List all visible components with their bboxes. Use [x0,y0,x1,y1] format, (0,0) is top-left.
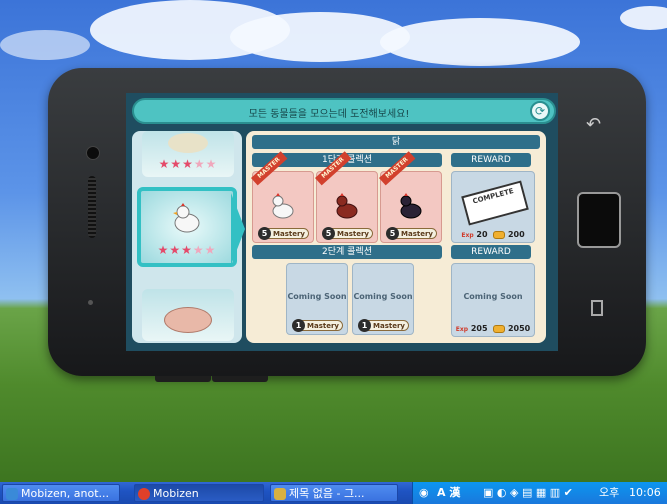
phone-screen: 모든 동물들을 모으는데 도전해보세요! ⟳ ★★★★★ ★★★★★ 닭 1단계… [126,93,558,351]
goat-icon [168,133,208,153]
clock-time[interactable]: 10:06 [629,484,661,502]
collection-slot[interactable]: MASTER 5 Mastery [379,151,442,243]
collection-slot-locked[interactable]: Coming Soon 1 Mastery [352,263,414,335]
mastery-badge: 5 Mastery [258,227,309,240]
white-chicken-icon [272,193,294,219]
refresh-icon[interactable]: ⟳ [530,101,550,121]
camera-icon [86,146,100,160]
animal-card-chicken[interactable]: ★★★★★ [137,187,237,267]
coin-icon [493,230,506,239]
mastery-badge: 1 Mastery [292,319,343,332]
complete-stamp: COMPLETE [461,180,529,226]
reward-values: Exp 20 200 [461,230,525,239]
pig-icon [164,307,212,333]
speaker-grille [88,176,96,238]
ime-indicator[interactable]: A 漢 [437,484,460,502]
banner-text: 모든 동물들을 모으는데 도전해보세요! [248,109,410,120]
reward-values: Exp 205 2050 [455,324,531,333]
tray-icons[interactable]: ▣ ◐ ◈ ▤ ▦ ▥ ✔ [483,484,573,502]
star-rating: ★★★★★ [158,157,218,171]
star-rating: ★★★★★ [157,243,217,257]
globe-icon[interactable]: ◉ [419,484,429,502]
paint-icon [274,488,286,500]
stage1-reward[interactable]: COMPLETE Exp 20 200 [451,171,535,243]
collection-slot[interactable]: MASTER 5 Mastery [251,151,314,243]
red-rooster-icon [336,193,358,219]
volume-key [155,376,211,382]
mastery-badge: 1 Mastery [358,319,409,332]
app-icon [6,488,18,500]
coin-icon [493,324,506,333]
coming-soon-text: Coming Soon [287,292,347,301]
task-mobizen-another[interactable]: Mobizen, anot... [2,484,120,502]
system-tray: ◉ A 漢 ▣ ◐ ◈ ▤ ▦ ▥ ✔ 오후 10:06 [412,482,667,504]
stage2-label: 2단계 콜렉션 [252,245,442,259]
animal-title: 닭 [252,135,540,149]
mission-banner: 모든 동물들을 모으는데 도전해보세요! ⟳ [132,98,556,124]
mobizen-icon [138,488,150,500]
animal-card-goat[interactable]: ★★★★★ [142,131,234,177]
coming-soon-text: Coming Soon [353,292,413,301]
stage2-reward-label: REWARD [451,245,531,259]
mastery-badge: 5 Mastery [322,227,373,240]
stage2-reward[interactable]: Coming Soon Exp 205 2050 [451,263,535,337]
collection-slot[interactable]: MASTER 5 Mastery [315,151,378,243]
power-key [212,376,268,382]
animal-card-pig[interactable] [142,289,234,341]
clock-ampm: 오후 [599,486,620,499]
selection-arrow [231,193,245,265]
chicken-icon [173,203,200,233]
collection-slot-locked[interactable]: Coming Soon 1 Mastery [286,263,348,335]
back-icon[interactable]: ↶ [586,114,601,135]
task-mobizen[interactable]: Mobizen [134,484,264,502]
stage1-reward-label: REWARD [451,153,531,167]
black-rooster-icon [400,193,422,219]
mastery-badge: 5 Mastery [386,227,437,240]
animal-list[interactable]: ★★★★★ ★★★★★ [132,131,242,343]
coming-soon-text: Coming Soon [463,292,523,301]
task-paint[interactable]: 제목 없음 - 그... [270,484,398,502]
home-button[interactable] [577,192,621,248]
sensor-dot [88,300,93,305]
taskbar: Mobizen, anot... Mobizen 제목 없음 - 그... ◉ … [0,482,667,504]
menu-icon[interactable] [591,300,603,316]
collection-panel: 닭 1단계 콜렉션 REWARD MASTER 5Mastery MASTER … [246,131,546,343]
